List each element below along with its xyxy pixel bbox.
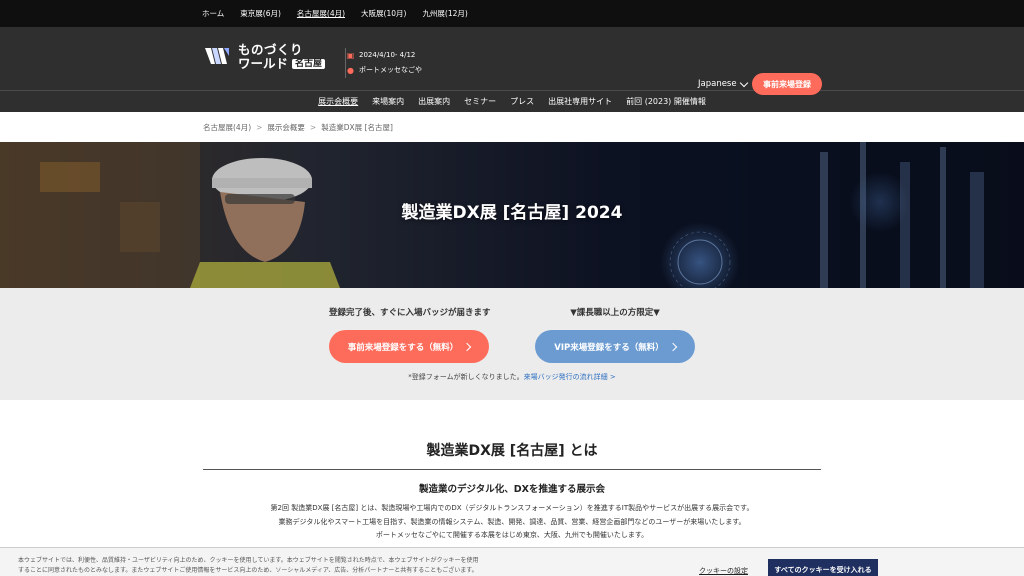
event-dates: 2024/4/10- 4/12 <box>359 51 416 59</box>
global-nav: 展示会概要 来場案内 出展案内 セミナー プレス 出展社専用サイト 前回 (20… <box>0 90 1024 112</box>
header-register-button[interactable]: 事前来場登録 <box>752 73 822 95</box>
gnav-visitor-info[interactable]: 来場案内 <box>372 96 404 107</box>
registration-note: *登録フォームが新しくなりました。来場バッジ発行の流れ詳細 > <box>0 372 1024 382</box>
logo-mark-icon <box>205 48 229 64</box>
gnav-seminar[interactable]: セミナー <box>464 96 496 107</box>
cookie-banner: 本ウェブサイトでは、利便性、品質維持・ユーザビリティ向上のため、クッキーを使用し… <box>0 547 1024 576</box>
top-nav: ホーム 東京展(6月) 名古屋展(4月) 大阪展(10月) 九州展(12月) <box>0 0 1024 27</box>
breadcrumb-item-overview[interactable]: 展示会概要 <box>267 122 305 133</box>
site-header: ものづくり ワールド 名古屋 ▣ 2024/4/10- 4/12 ● ポートメッ… <box>0 27 1024 95</box>
vip-registration-label: VIP来場登録をする（無料） <box>554 342 664 353</box>
standard-registration-caption: 登録完了後、すぐに入場バッジが届きます <box>329 308 491 318</box>
gnav-previous-event[interactable]: 前回 (2023) 開催情報 <box>626 96 706 107</box>
gnav-exhibitor-info[interactable]: 出展案内 <box>418 96 450 107</box>
pre-registration-button[interactable]: 事前来場登録をする（無料） <box>329 330 489 363</box>
cookie-text-line: することに同意されたものとみなします。またウェブサイトご使用情報をサービス向上の… <box>18 567 478 574</box>
top-nav-osaka[interactable]: 大阪展(10月) <box>361 8 406 19</box>
cookie-text: 本ウェブサイトでは、利便性、品質維持・ユーザビリティ向上のため、クッキーを使用し… <box>18 556 578 576</box>
logo-line-1: ものづくり <box>238 41 304 57</box>
breadcrumb: 名古屋展(4月) > 展示会概要 > 製造業DX展 [名古屋] <box>0 112 1024 142</box>
about-body: 第2回 製造業DX展 [名古屋] とは、製造現場や工場内でのDX（デジタルトラン… <box>0 502 1024 543</box>
logo-line-2: ワールド <box>238 56 289 71</box>
event-info: ▣ 2024/4/10- 4/12 ● ポートメッセなごや <box>345 48 422 78</box>
about-subtitle: 製造業のデジタル化、DXを推進する展示会 <box>418 484 606 495</box>
event-venue: ポートメッセなごや <box>359 66 422 74</box>
about-line: 業務デジタル化やスマート工場を目指す、製造業の情報システム、製造、開発、調達、品… <box>278 517 746 526</box>
gnav-exhibitor-site[interactable]: 出展社専用サイト <box>548 96 612 107</box>
language-label: Japanese <box>698 79 737 89</box>
pre-registration-label: 事前来場登録をする（無料） <box>347 342 459 353</box>
hero-title: 製造業DX展 [名古屋] 2024 <box>401 203 623 223</box>
cookie-text-line: 本ウェブサイトでは、利便性、品質維持・ユーザビリティ向上のため、クッキーを使用し… <box>18 557 479 564</box>
breadcrumb-item-current: 製造業DX展 [名古屋] <box>321 122 393 132</box>
registration-note-text: *登録フォームが新しくなりました。 <box>408 373 524 381</box>
language-selector[interactable]: Japanese <box>698 78 748 89</box>
location-pin-icon: ● <box>347 66 354 75</box>
about-line: ポートメッセなごやにて開催する本展をはじめ東京、大阪、九州でも開催いたします。 <box>375 531 649 539</box>
vip-registration-caption: ▼課長職以上の方限定▼ <box>570 308 660 318</box>
breadcrumb-item-nagoya[interactable]: 名古屋展(4月) <box>203 122 251 133</box>
hero-banner: 製造業DX展 [名古屋] 2024 <box>0 142 1024 288</box>
about-line: 第2回 製造業DX展 [名古屋] とは、製造現場や工場内でのDX（デジタルトラン… <box>270 504 754 512</box>
breadcrumb-separator: > <box>256 122 263 132</box>
breadcrumb-separator: > <box>309 122 317 132</box>
logo-badge: 名古屋 <box>292 59 326 70</box>
site-logo[interactable]: ものづくり ワールド 名古屋 <box>202 41 326 72</box>
registration-section: 登録完了後、すぐに入場バッジが届きます 事前来場登録をする（無料） ▼課長職以上… <box>0 288 1024 400</box>
vip-registration-button[interactable]: VIP来場登録をする（無料） <box>535 330 695 363</box>
top-nav-tokyo[interactable]: 東京展(6月) <box>240 8 281 19</box>
about-title: 製造業DX展 [名古屋] とは <box>426 443 598 459</box>
chevron-right-icon <box>668 342 677 351</box>
accept-all-cookies-button[interactable]: すべてのクッキーを受け入れる <box>768 559 878 576</box>
cookie-settings-link[interactable]: クッキーの設定 <box>699 566 748 576</box>
calendar-icon: ▣ <box>346 51 355 60</box>
badge-flow-link[interactable]: 来場バッジ発行の流れ詳細 > <box>524 373 616 381</box>
gnav-overview[interactable]: 展示会概要 <box>318 96 358 107</box>
chevron-down-icon <box>739 78 748 87</box>
top-nav-nagoya[interactable]: 名古屋展(4月) <box>297 8 345 19</box>
chevron-right-icon <box>463 342 472 351</box>
gnav-press[interactable]: プレス <box>510 96 534 107</box>
about-divider <box>203 469 821 470</box>
top-nav-home[interactable]: ホーム <box>202 8 224 19</box>
top-nav-kyushu[interactable]: 九州展(12月) <box>422 8 467 19</box>
